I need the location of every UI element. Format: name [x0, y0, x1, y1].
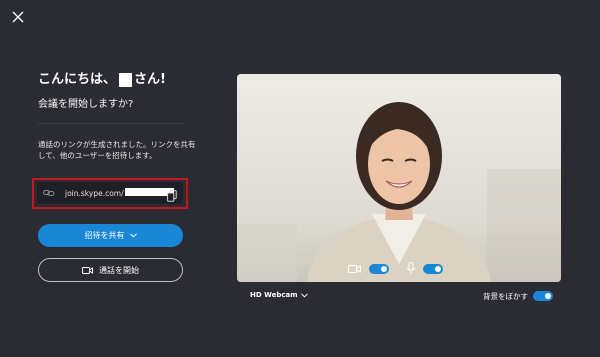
toggle-knob — [545, 293, 551, 299]
redacted-user-name — [119, 73, 133, 87]
page-subtitle: 会議を開始しますか? — [38, 99, 134, 110]
start-call-button[interactable]: 通話を開始 — [38, 258, 183, 282]
greeting-suffix: さん! — [134, 72, 166, 87]
microphone-toggle[interactable] — [423, 263, 443, 274]
link-info-text: 通話のリンクが生成されました。リンクを共有して、他のユーザーを招待します。 — [38, 140, 196, 160]
start-call-label: 通話を開始 — [99, 265, 139, 275]
video-preview — [237, 74, 561, 282]
video-camera-icon — [348, 264, 361, 273]
copy-icon[interactable] — [167, 187, 177, 202]
chevron-down-icon — [300, 292, 308, 298]
video-camera-icon — [82, 266, 93, 275]
divider — [38, 123, 183, 124]
greeting-title: こんにちは、 さん! — [38, 72, 166, 88]
meeting-link-field[interactable]: join.skype.com/ — [37, 182, 183, 204]
camera-select-dropdown[interactable]: HD Webcam — [250, 291, 308, 299]
toggle-knob — [435, 265, 441, 272]
meeting-link-text: join.skype.com/ — [65, 188, 174, 198]
background-blur-toggle[interactable] — [533, 291, 553, 301]
share-invite-label: 招待を共有 — [84, 231, 125, 240]
video-controls — [348, 262, 443, 275]
toggle-knob — [381, 265, 387, 272]
link-icon — [43, 188, 55, 198]
webcam-person-image — [237, 74, 561, 282]
close-icon — [12, 11, 24, 23]
camera-toggle[interactable] — [369, 263, 389, 274]
camera-select-value: HD Webcam — [250, 291, 298, 299]
chevron-down-icon — [129, 233, 137, 238]
greeting-prefix: こんにちは、 — [38, 72, 117, 87]
close-button[interactable] — [8, 7, 28, 27]
share-invite-button[interactable]: 招待を共有 — [38, 224, 183, 247]
background-blur-label: 背景をぼかす — [483, 292, 528, 301]
microphone-icon — [406, 262, 416, 275]
